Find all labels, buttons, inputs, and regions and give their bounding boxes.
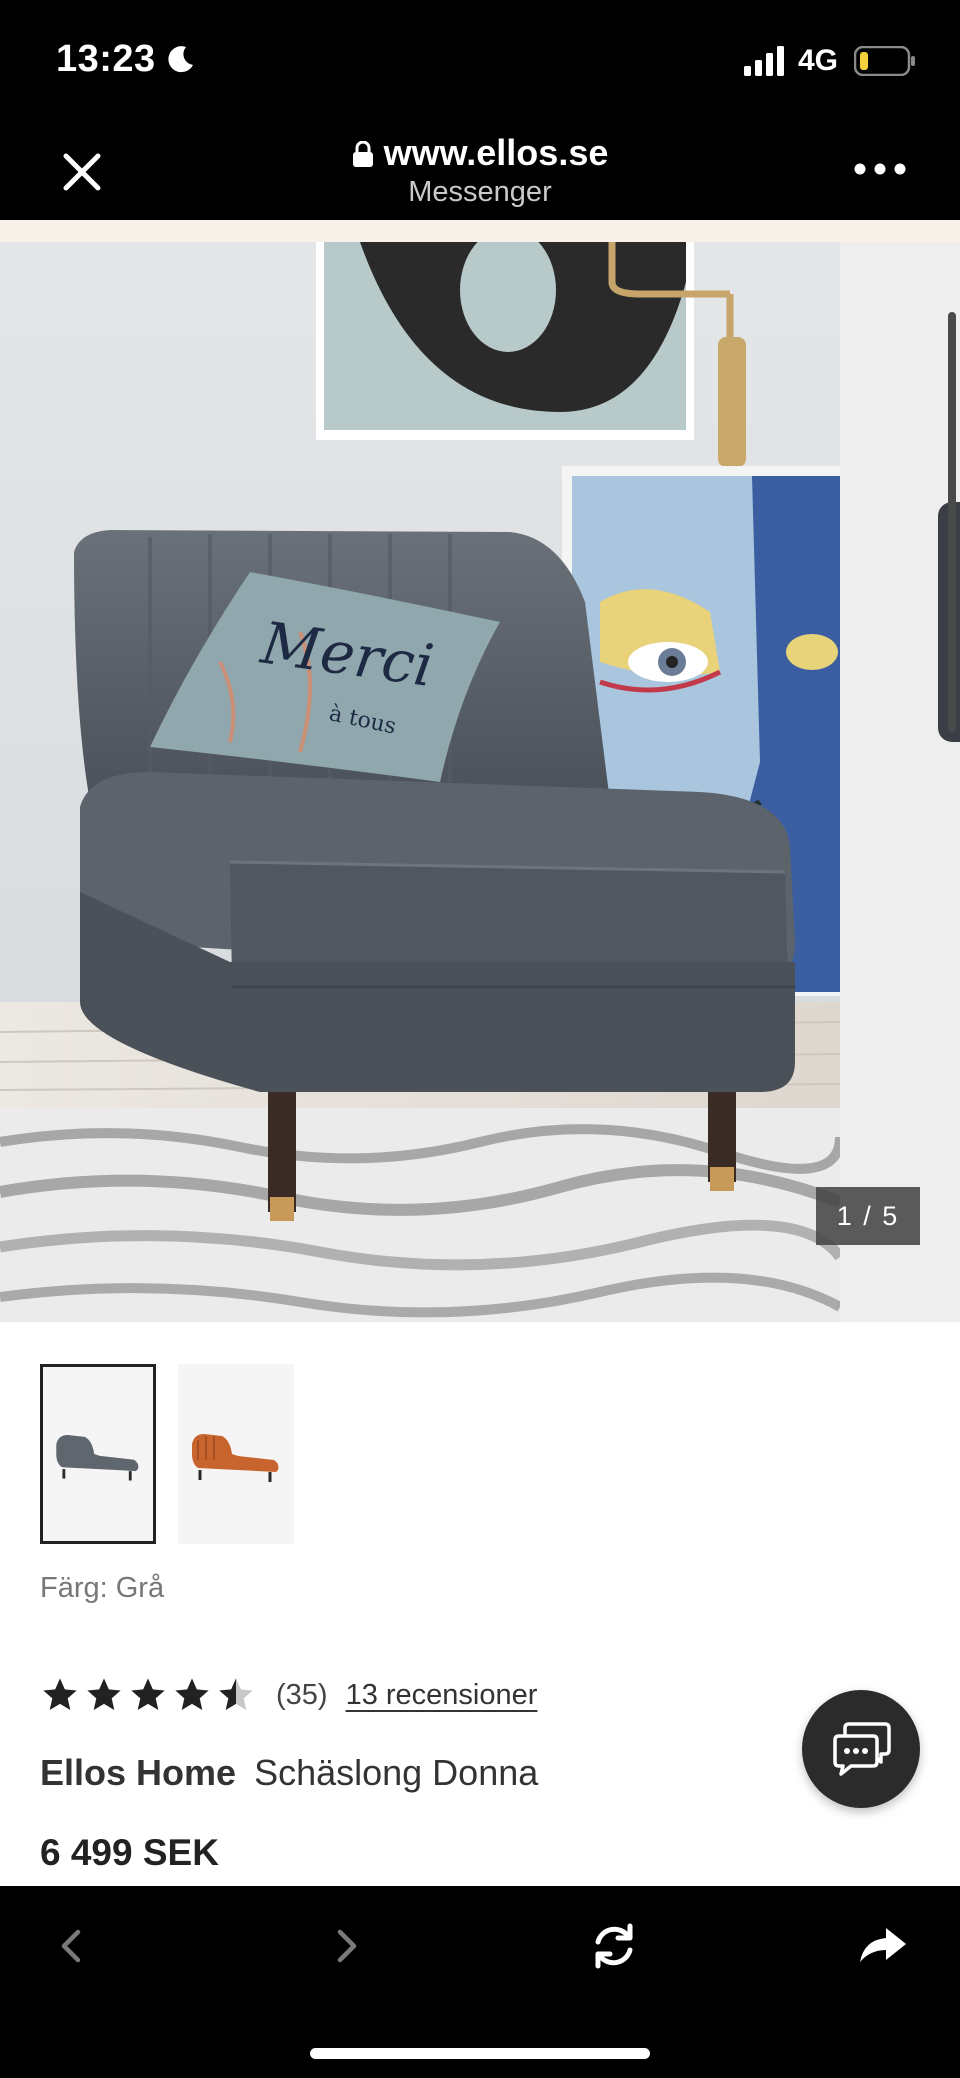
page-top-strip [0, 220, 960, 242]
more-icon[interactable] [852, 156, 908, 182]
next-image-preview[interactable] [840, 242, 960, 1322]
product-image[interactable]: Merci à tous [0, 242, 840, 1322]
rating-count: (35) [276, 1678, 328, 1711]
next-image-bar [948, 312, 956, 732]
back-icon[interactable] [42, 1916, 102, 1976]
star-icon [175, 1678, 209, 1710]
star-icon [43, 1678, 77, 1710]
thumbnail-grey[interactable] [40, 1364, 156, 1544]
reload-icon[interactable] [584, 1916, 644, 1976]
moon-icon [168, 46, 193, 73]
rating-row: (35) 13 recensioner [40, 1670, 537, 1720]
status-bar: 13:23 4G [0, 0, 960, 120]
share-icon[interactable] [852, 1916, 912, 1976]
chat-icon [833, 1722, 891, 1776]
rating-stars [40, 1675, 256, 1715]
battery-icon [854, 46, 915, 76]
image-counter: 1 / 5 [816, 1187, 920, 1245]
status-time: 13:23 [56, 38, 156, 80]
app-name: Messenger [408, 176, 552, 208]
product-brand[interactable]: Ellos Home [40, 1752, 236, 1793]
star-icon [131, 1678, 165, 1710]
reviews-link[interactable]: 13 recensioner [346, 1679, 538, 1712]
chat-button[interactable] [802, 1690, 920, 1808]
product-price: 6 499 SEK [40, 1832, 219, 1873]
grey-chaise-thumbnail-icon [56, 1435, 139, 1481]
orange-chaise-thumbnail-icon [192, 1434, 279, 1482]
star-icon [87, 1678, 121, 1710]
browser-toolbar [0, 1886, 960, 2078]
url-bar[interactable]: www.ellos.se [0, 132, 960, 174]
product-title: Ellos Home Schäslong Donna [40, 1752, 538, 1794]
half-star-icon [219, 1678, 253, 1710]
browser-header: www.ellos.se Messenger [0, 120, 960, 220]
product-gallery[interactable]: Merci à tous 1 / 5 [0, 242, 960, 1322]
color-label: Färg: Grå [40, 1572, 165, 1604]
network-type: 4G [798, 44, 839, 77]
url-text: www.ellos.se [383, 132, 609, 173]
lock-icon [352, 141, 373, 167]
product-name: Schäslong Donna [254, 1752, 539, 1793]
forward-icon[interactable] [316, 1916, 376, 1976]
thumbnail-orange[interactable] [178, 1364, 294, 1544]
home-indicator[interactable] [310, 2048, 650, 2059]
signal-icon [744, 46, 784, 76]
